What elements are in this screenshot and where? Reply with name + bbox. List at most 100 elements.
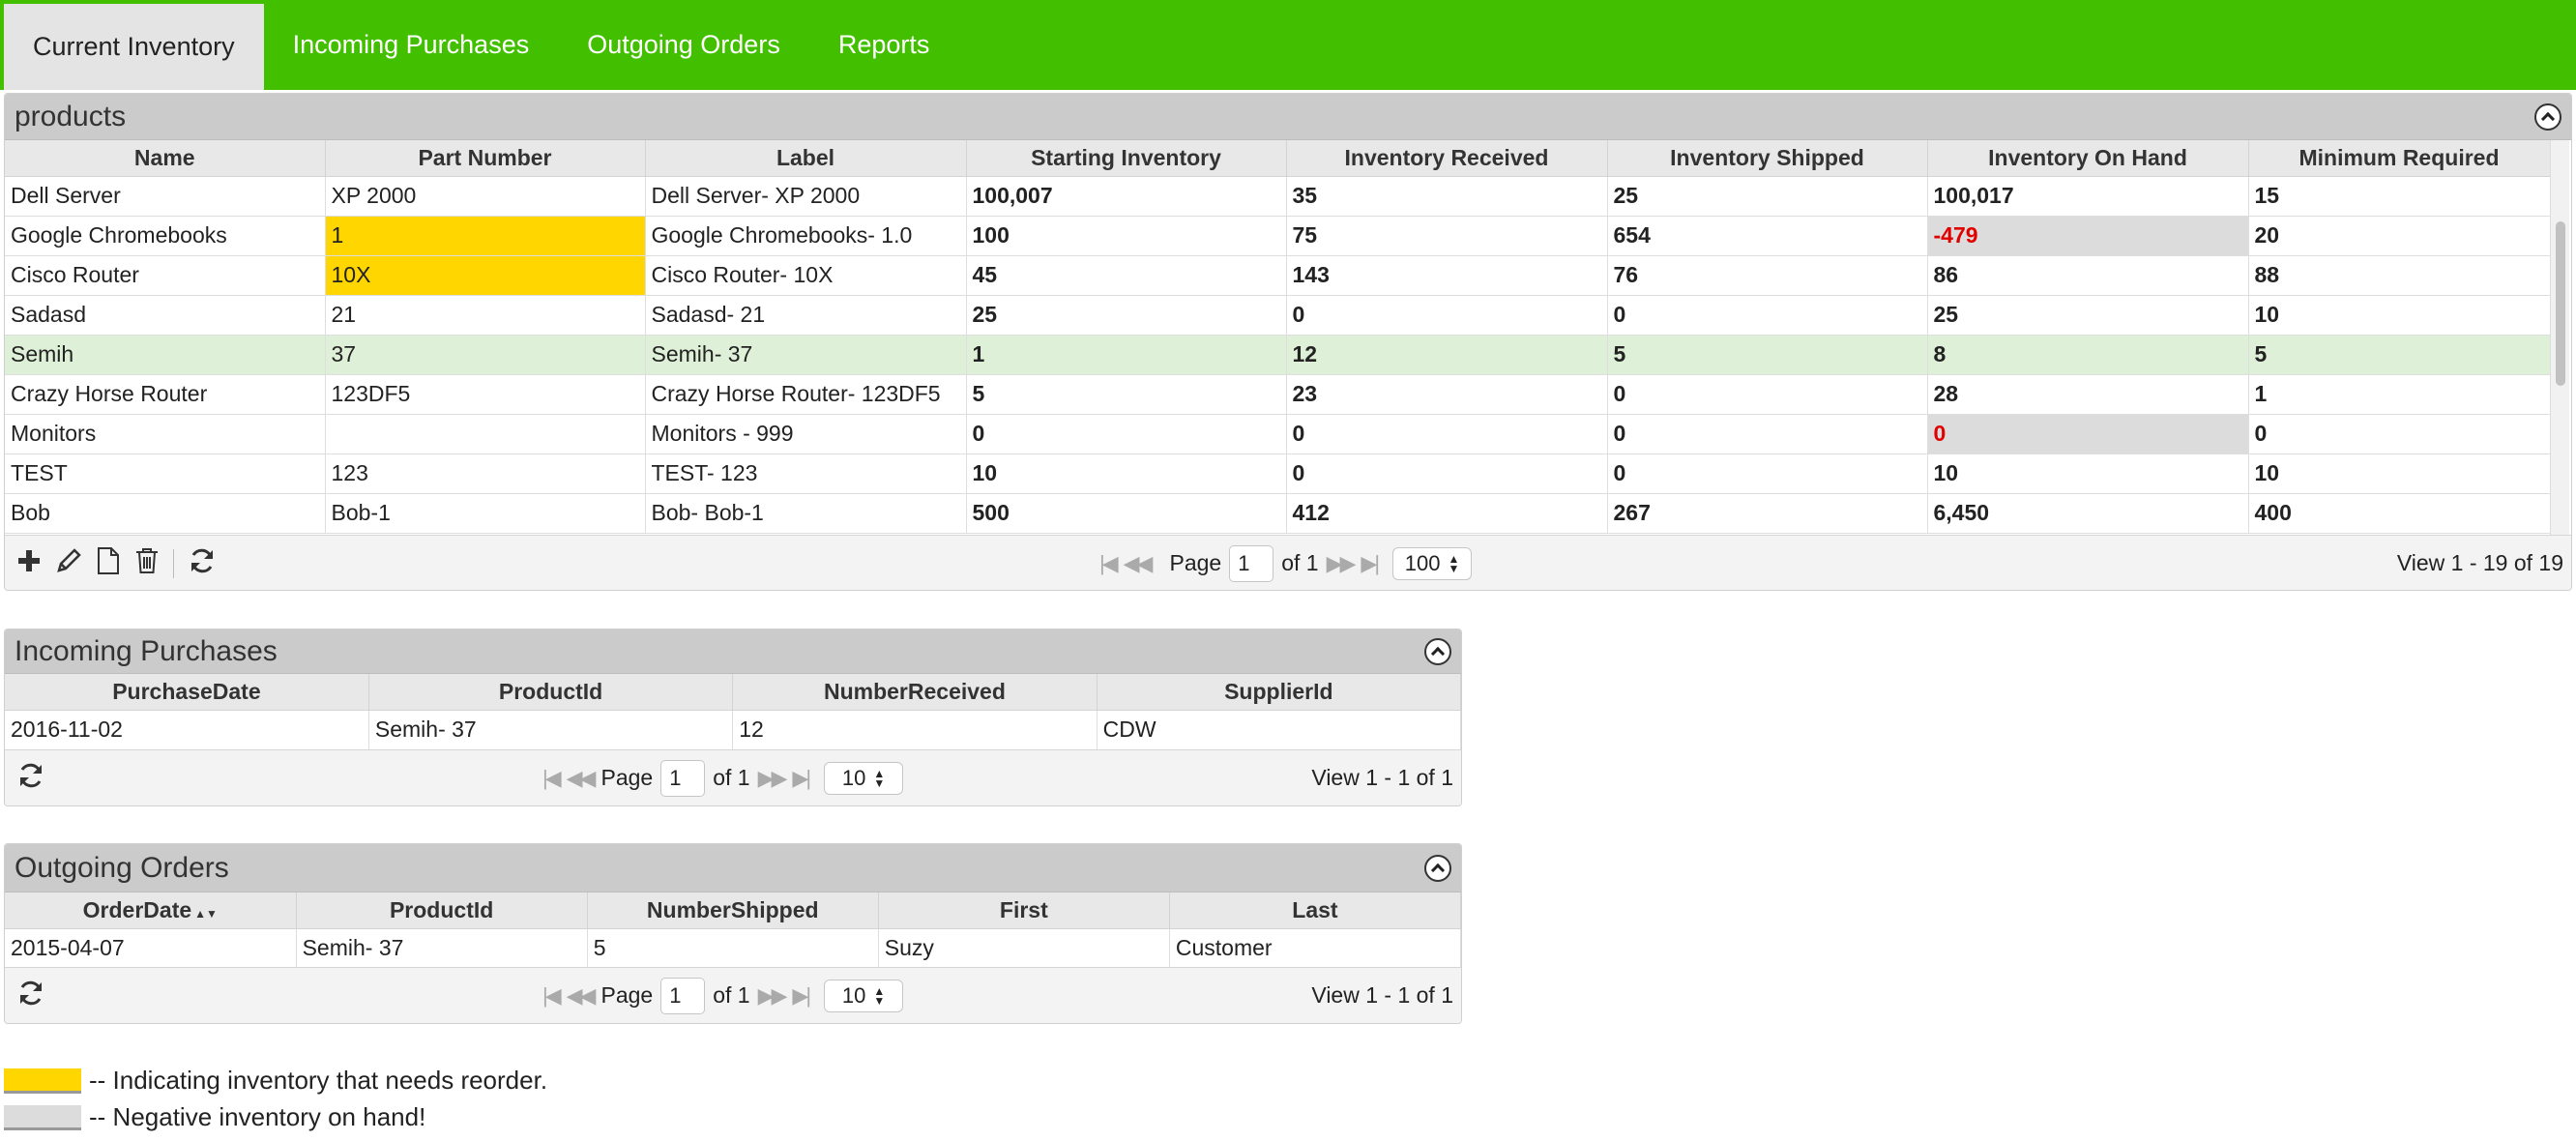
cell-order-date[interactable]: 2015-04-07 xyxy=(5,928,297,969)
delete-icon[interactable] xyxy=(134,546,160,581)
cell-inventory-on-hand[interactable]: 8 xyxy=(1927,335,2249,375)
col-header-number-received[interactable]: NumberReceived xyxy=(732,674,1098,711)
cell-inventory-on-hand[interactable]: 100,017 xyxy=(1927,176,2249,217)
cell-inventory-on-hand[interactable]: 6,450 xyxy=(1927,493,2249,534)
cell-first[interactable]: Suzy xyxy=(878,928,1170,969)
cell-part-number[interactable]: 21 xyxy=(325,295,646,336)
col-header-order-date[interactable]: OrderDate ▲▼ xyxy=(5,892,297,929)
last-page-icon[interactable]: ▶| xyxy=(1361,551,1380,576)
cell-name[interactable]: Cisco Router xyxy=(5,255,326,296)
cell-starting-inventory[interactable]: 1 xyxy=(966,335,1287,375)
table-row[interactable]: Semih 37 Semih- 37 1 12 5 8 5 xyxy=(5,335,2551,375)
table-row[interactable]: Crazy Horse Router 123DF5 Crazy Horse Rout… xyxy=(5,374,2551,415)
edit-icon[interactable] xyxy=(55,547,82,580)
cell-name[interactable]: Monitors xyxy=(5,414,326,454)
page-size-select[interactable]: 10 ▲ ▼ xyxy=(824,761,904,795)
cell-inventory-received[interactable]: 412 xyxy=(1286,493,1608,534)
cell-label[interactable]: Crazy Horse Router- 123DF5 xyxy=(645,374,967,415)
col-header-inventory-received[interactable]: Inventory Received xyxy=(1286,140,1608,177)
cell-inventory-shipped[interactable]: 0 xyxy=(1607,374,1928,415)
cell-part-number[interactable]: 123DF5 xyxy=(325,374,646,415)
cell-name[interactable]: Bob xyxy=(5,493,326,534)
cell-minimum-required[interactable]: 5 xyxy=(2248,335,2551,375)
refresh-icon[interactable] xyxy=(16,979,45,1013)
prev-page-icon[interactable]: ◀◀ xyxy=(567,983,597,1009)
cell-part-number[interactable]: 1 xyxy=(325,216,646,256)
cell-product-id[interactable]: Semih- 37 xyxy=(368,710,734,750)
cell-name[interactable]: Semih xyxy=(5,335,326,375)
cell-starting-inventory[interactable]: 10 xyxy=(966,453,1287,494)
table-row[interactable]: 2016-11-02 Semih- 37 12 CDW xyxy=(5,710,1461,750)
cell-number-received[interactable]: 12 xyxy=(732,710,1098,750)
table-row[interactable]: Google Chromebooks 1 Google Chromebooks- 1… xyxy=(5,216,2551,256)
cell-minimum-required[interactable]: 0 xyxy=(2248,414,2551,454)
cell-purchase-date[interactable]: 2016-11-02 xyxy=(5,710,369,750)
cell-part-number[interactable]: 123 xyxy=(325,453,646,494)
col-header-starting-inventory[interactable]: Starting Inventory xyxy=(966,140,1287,177)
table-row[interactable]: Dell Server XP 2000 Dell Server- XP 2000 10… xyxy=(5,176,2551,217)
next-page-icon[interactable]: ▶▶ xyxy=(758,766,788,791)
cell-minimum-required[interactable]: 1 xyxy=(2248,374,2551,415)
col-header-part-number[interactable]: Part Number xyxy=(325,140,646,177)
cell-inventory-received[interactable]: 35 xyxy=(1286,176,1608,217)
cell-inventory-shipped[interactable]: 0 xyxy=(1607,453,1928,494)
page-number-input[interactable]: 1 xyxy=(660,759,706,797)
cell-starting-inventory[interactable]: 5 xyxy=(966,374,1287,415)
tab-current-inventory[interactable]: Current Inventory xyxy=(4,4,264,90)
col-header-minimum-required[interactable]: Minimum Required xyxy=(2248,140,2551,177)
cell-supplier-id[interactable]: CDW xyxy=(1097,710,1461,750)
next-page-icon[interactable]: ▶▶ xyxy=(758,983,788,1009)
last-page-icon[interactable]: ▶| xyxy=(792,766,811,791)
products-scrollbar[interactable] xyxy=(2550,140,2569,535)
col-header-name[interactable]: Name xyxy=(5,140,326,177)
last-page-icon[interactable]: ▶| xyxy=(792,983,811,1009)
first-page-icon[interactable]: |◀ xyxy=(542,766,562,791)
cell-inventory-on-hand[interactable]: 0 xyxy=(1927,414,2249,454)
cell-label[interactable]: Semih- 37 xyxy=(645,335,967,375)
cell-inventory-shipped[interactable]: 5 xyxy=(1607,335,1928,375)
cell-name[interactable]: Google Chromebooks xyxy=(5,216,326,256)
col-header-number-shipped[interactable]: NumberShipped xyxy=(587,892,879,929)
collapse-icon[interactable] xyxy=(1424,854,1451,882)
refresh-icon[interactable] xyxy=(188,546,217,581)
table-row[interactable]: Bob Bob-1 Bob- Bob-1 500 412 267 6,450 400 xyxy=(5,493,2551,534)
table-row[interactable]: 2015-04-07 Semih- 37 5 Suzy Customer xyxy=(5,928,1461,969)
cell-minimum-required[interactable]: 10 xyxy=(2248,453,2551,494)
first-page-icon[interactable]: |◀ xyxy=(542,983,562,1009)
cell-part-number[interactable] xyxy=(325,414,646,454)
cell-minimum-required[interactable]: 20 xyxy=(2248,216,2551,256)
next-page-icon[interactable]: ▶▶ xyxy=(1327,551,1357,576)
col-header-last[interactable]: Last xyxy=(1169,892,1461,929)
cell-label[interactable]: TEST- 123 xyxy=(645,453,967,494)
cell-inventory-shipped[interactable]: 76 xyxy=(1607,255,1928,296)
refresh-icon[interactable] xyxy=(16,761,45,796)
cell-inventory-received[interactable]: 0 xyxy=(1286,414,1608,454)
cell-inventory-received[interactable]: 0 xyxy=(1286,295,1608,336)
cell-number-shipped[interactable]: 5 xyxy=(587,928,879,969)
cell-inventory-received[interactable]: 23 xyxy=(1286,374,1608,415)
tab-incoming-purchases[interactable]: Incoming Purchases xyxy=(264,0,559,90)
first-page-icon[interactable]: |◀ xyxy=(1099,551,1119,576)
cell-part-number[interactable]: 37 xyxy=(325,335,646,375)
sort-icon[interactable]: ▲▼ xyxy=(194,907,218,921)
cell-inventory-on-hand[interactable]: 28 xyxy=(1927,374,2249,415)
cell-label[interactable]: Dell Server- XP 2000 xyxy=(645,176,967,217)
table-row[interactable]: Monitors Monitors - 999 0 0 0 0 0 xyxy=(5,414,2551,454)
cell-inventory-shipped[interactable]: 267 xyxy=(1607,493,1928,534)
cell-starting-inventory[interactable]: 100 xyxy=(966,216,1287,256)
cell-label[interactable]: Bob- Bob-1 xyxy=(645,493,967,534)
page-number-input[interactable]: 1 xyxy=(1229,544,1274,582)
cell-minimum-required[interactable]: 400 xyxy=(2248,493,2551,534)
cell-inventory-received[interactable]: 0 xyxy=(1286,453,1608,494)
page-size-select[interactable]: 100 ▲ ▼ xyxy=(1392,546,1473,580)
col-header-purchase-date[interactable]: PurchaseDate xyxy=(5,674,369,711)
cell-inventory-shipped[interactable]: 654 xyxy=(1607,216,1928,256)
collapse-icon[interactable] xyxy=(2534,102,2561,131)
add-icon[interactable] xyxy=(16,548,42,579)
cell-inventory-on-hand[interactable]: 86 xyxy=(1927,255,2249,296)
cell-name[interactable]: Crazy Horse Router xyxy=(5,374,326,415)
cell-inventory-on-hand[interactable]: 25 xyxy=(1927,295,2249,336)
cell-inventory-on-hand[interactable]: -479 xyxy=(1927,216,2249,256)
cell-label[interactable]: Monitors - 999 xyxy=(645,414,967,454)
col-header-product-id[interactable]: ProductId xyxy=(296,892,588,929)
